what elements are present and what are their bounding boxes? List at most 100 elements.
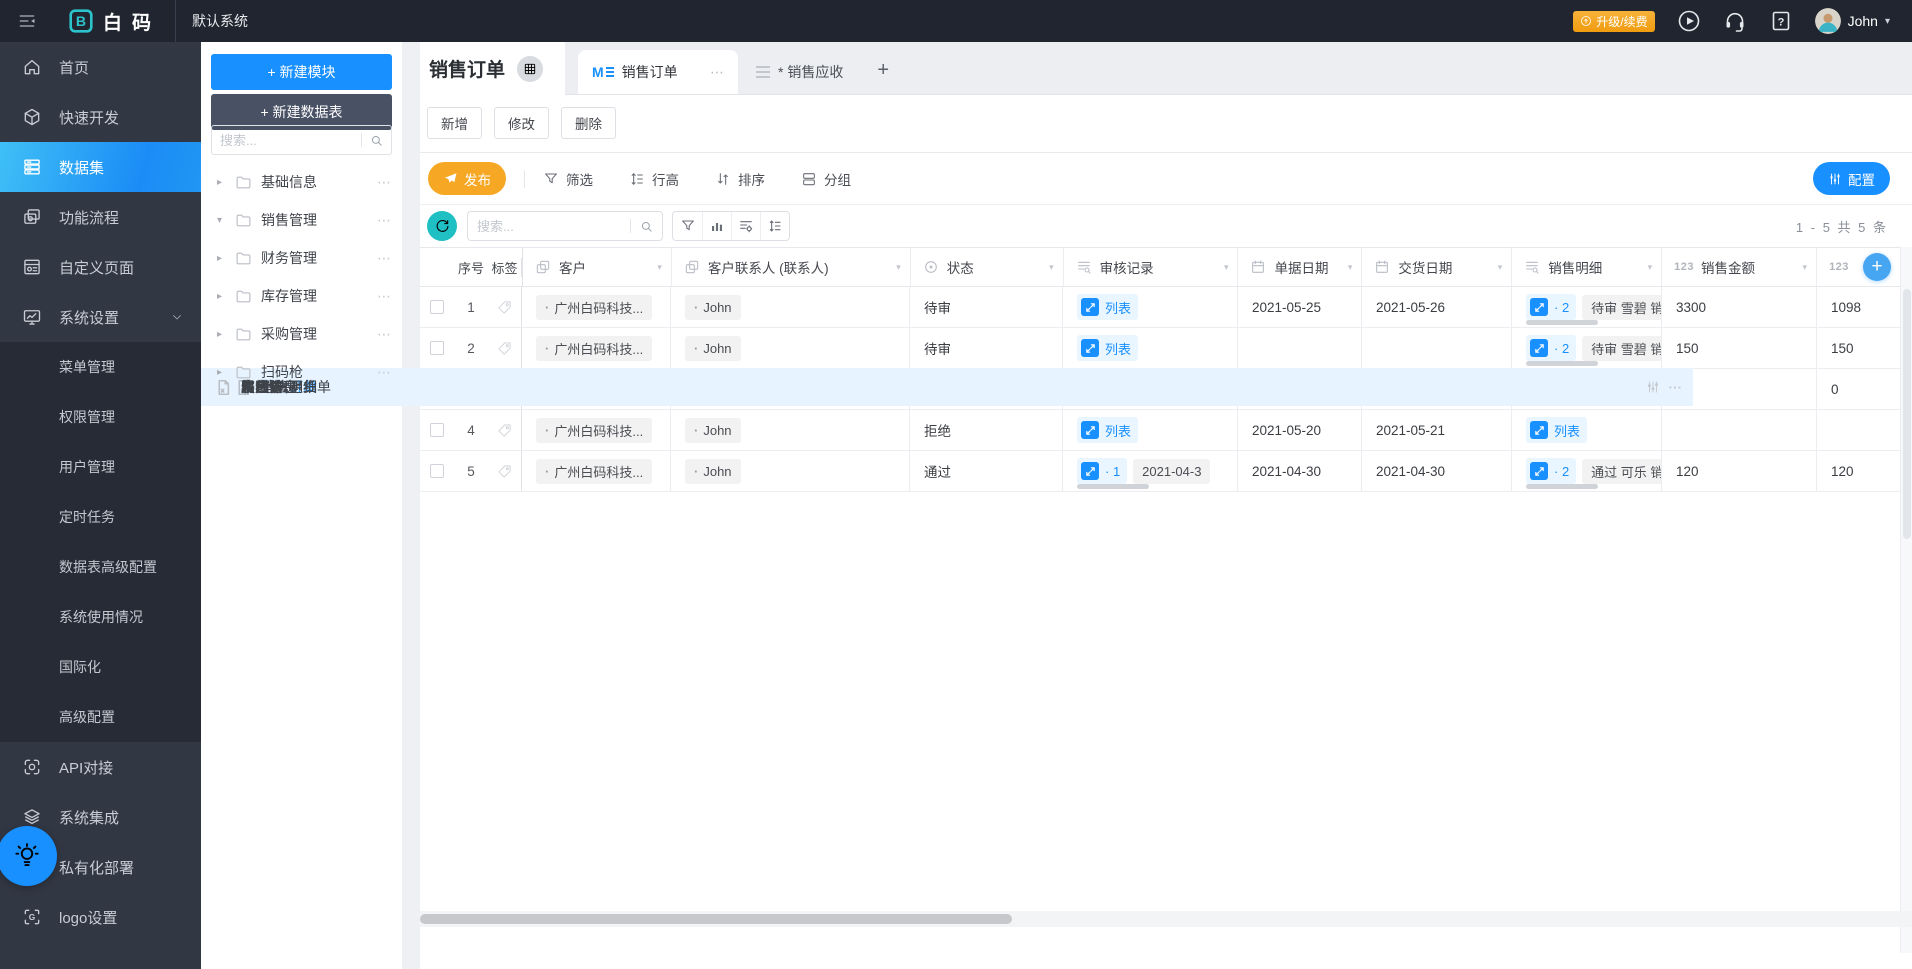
cell-scrollbar[interactable]	[1526, 361, 1598, 366]
caret-right-icon[interactable]: ▸	[217, 291, 227, 302]
sidebar-item-quick-dev[interactable]: 快速开发	[0, 92, 201, 142]
detail-list-button[interactable]: 列表	[1526, 417, 1588, 443]
detail-list-button[interactable]: · 2	[1526, 294, 1577, 320]
audit-list-button[interactable]: · 1	[1077, 458, 1128, 484]
submenu-item-table-advanced-config[interactable]: 数据表高级配置	[0, 542, 201, 592]
audit-list-button[interactable]: 列表	[1077, 335, 1139, 361]
column-header-amount[interactable]: 123 销售金额 ▾	[1662, 248, 1818, 286]
cell-scrollbar[interactable]	[1526, 320, 1598, 325]
submenu-item-system-usage[interactable]: 系统使用情况	[0, 592, 201, 642]
user-menu[interactable]: John ▾	[1814, 8, 1890, 34]
upgrade-badge[interactable]: 升级/续费	[1573, 10, 1655, 32]
submenu-item-menu-mgmt[interactable]: 菜单管理	[0, 342, 201, 392]
customer-chip[interactable]: 广州白码科技...	[536, 335, 653, 361]
chevron-down-icon[interactable]: ▾	[1348, 262, 1353, 273]
help-manual-icon[interactable]: ?	[1769, 9, 1793, 33]
caret-down-icon[interactable]: ▾	[217, 215, 227, 226]
column-header-num[interactable]: 序号	[454, 258, 488, 277]
more-icon[interactable]: ⋯	[377, 212, 392, 229]
contact-chip[interactable]: John	[685, 294, 741, 320]
chevron-down-icon[interactable]: ▾	[1648, 262, 1653, 273]
chevron-down-icon[interactable]: ▾	[1803, 262, 1808, 273]
new-module-button[interactable]: + 新建模块	[211, 54, 392, 90]
add-column-button[interactable]: +	[1863, 253, 1891, 281]
add-tab-button[interactable]: +	[877, 59, 889, 82]
play-video-icon[interactable]	[1677, 9, 1701, 33]
search-icon[interactable]	[369, 133, 384, 148]
submenu-item-advanced-config[interactable]: 高级配置	[0, 692, 201, 742]
group-tool[interactable]: 分组	[801, 169, 851, 189]
tree-table-user[interactable]: 用户 ⋯	[201, 368, 1693, 406]
audit-list-button[interactable]: 列表	[1077, 417, 1139, 443]
detail-list-button[interactable]: · 2	[1526, 335, 1577, 361]
publish-button[interactable]: 发布	[428, 162, 506, 195]
caret-right-icon[interactable]: ▸	[217, 177, 227, 188]
detail-list-button[interactable]: · 2	[1526, 458, 1577, 484]
tree-folder-finance-mgmt[interactable]: ▸ 财务管理 ⋯	[201, 239, 402, 277]
column-header-delivery-date[interactable]: 交货日期 ▾	[1362, 248, 1513, 286]
headset-support-icon[interactable]	[1723, 9, 1747, 33]
app-logo[interactable]: B 白码	[68, 8, 161, 35]
contact-chip[interactable]: John	[685, 458, 741, 484]
search-icon[interactable]	[639, 219, 654, 234]
horizontal-scrollbar-thumb[interactable]	[420, 914, 1012, 924]
tree-folder-sales-mgmt[interactable]: ▾ 销售管理 ⋯	[201, 201, 402, 239]
chevron-down-icon[interactable]: ▾	[1049, 262, 1054, 273]
column-header-contact[interactable]: 客户联系人 (联系人) ▾	[672, 248, 911, 286]
more-icon[interactable]: ⋯	[1668, 379, 1683, 396]
chevron-down-icon[interactable]: ▾	[896, 262, 901, 273]
row-height-tool[interactable]: 行高	[629, 169, 679, 189]
chevron-down-icon[interactable]: ▾	[657, 262, 662, 273]
filter-tool[interactable]: 筛选	[543, 169, 593, 189]
sidebar-item-home[interactable]: 首页	[0, 42, 201, 92]
table-row[interactable]: 2 广州白码科技... John 待审 列表 · 2待审 雪碧 销售 150 1…	[420, 328, 1912, 369]
panel-search-input[interactable]	[212, 132, 361, 148]
horizontal-scrollbar[interactable]	[420, 911, 1912, 927]
vertical-scrollbar-thumb[interactable]	[1903, 289, 1911, 539]
grid-view-badge[interactable]	[517, 55, 544, 82]
audit-preview-chip[interactable]: 2021-04-3	[1133, 458, 1211, 484]
filter-icon-button[interactable]	[673, 212, 702, 240]
submenu-item-scheduled-tasks[interactable]: 定时任务	[0, 492, 201, 542]
sort-tool[interactable]: 排序	[715, 169, 765, 189]
more-icon[interactable]: ⋯	[377, 288, 392, 305]
caret-right-icon[interactable]: ▸	[217, 253, 227, 264]
edit-button[interactable]: 修改	[494, 107, 549, 139]
column-header-audit[interactable]: 审核记录 ▾	[1064, 248, 1239, 286]
sidebar-item-api[interactable]: API对接	[0, 742, 201, 792]
caret-right-icon[interactable]: ▸	[217, 329, 227, 340]
more-icon[interactable]: ⋯	[377, 250, 392, 267]
contact-chip[interactable]: John	[685, 335, 741, 361]
tab-sales-order[interactable]: M 销售订单 ⋯	[578, 50, 738, 94]
submenu-item-i18n[interactable]: 国际化	[0, 642, 201, 692]
sliders-icon[interactable]	[1646, 380, 1660, 394]
table-search-input[interactable]	[468, 218, 630, 234]
column-header-doc-date[interactable]: 单据日期 ▾	[1238, 248, 1363, 286]
chevron-down-icon[interactable]: ▾	[1498, 262, 1503, 273]
vertical-scrollbar[interactable]	[1900, 247, 1912, 953]
chart-icon-button[interactable]	[702, 212, 731, 240]
tree-folder-purchase-mgmt[interactable]: ▸ 采购管理 ⋯	[201, 315, 402, 353]
customer-chip[interactable]: 广州白码科技...	[536, 417, 653, 443]
tab-more-icon[interactable]: ⋯	[710, 64, 724, 81]
sidebar-item-custom-pages[interactable]: 自定义页面	[0, 242, 201, 292]
collapse-sidebar-icon[interactable]	[14, 8, 40, 34]
config-button[interactable]: 配置	[1813, 162, 1890, 195]
column-header-tag[interactable]: 标签	[488, 257, 522, 277]
tab-sales-receivable[interactable]: * 销售应收	[738, 50, 861, 94]
line-height-icon-button[interactable]	[760, 212, 789, 240]
tree-folder-inventory-mgmt[interactable]: ▸ 库存管理 ⋯	[201, 277, 402, 315]
submenu-item-user-mgmt[interactable]: 用户管理	[0, 442, 201, 492]
column-header-detail[interactable]: 销售明细 ▾	[1512, 248, 1663, 286]
column-header-customer[interactable]: 客户 ▾	[523, 248, 672, 286]
detail-preview-chip[interactable]: 通过 可乐 销售	[1582, 458, 1661, 484]
detail-preview-chip[interactable]: 待审 雪碧 销售	[1582, 335, 1661, 361]
row-checkbox[interactable]	[430, 464, 444, 478]
cell-scrollbar[interactable]	[1526, 484, 1598, 489]
cell-scrollbar[interactable]	[1077, 484, 1149, 489]
tree-folder-basic-info[interactable]: ▸ 基础信息 ⋯	[201, 163, 402, 201]
column-header-status[interactable]: 状态 ▾	[911, 248, 1064, 286]
sidebar-item-system-settings[interactable]: 系统设置	[0, 292, 201, 342]
add-button[interactable]: 新增	[427, 107, 482, 139]
list-settings-icon-button[interactable]	[731, 212, 760, 240]
